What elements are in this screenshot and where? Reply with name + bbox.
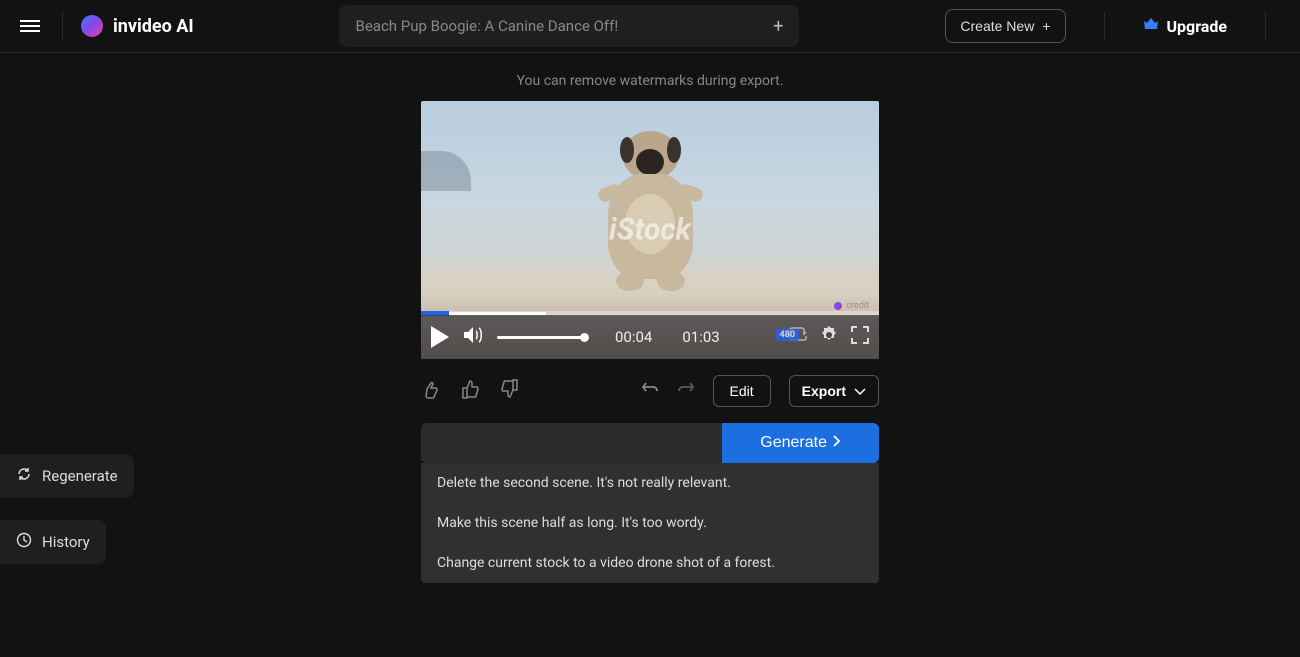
history-label: History xyxy=(42,533,90,551)
volume-slider[interactable] xyxy=(497,336,585,339)
redo-icon[interactable] xyxy=(677,380,695,402)
fullscreen-icon[interactable] xyxy=(851,326,869,348)
logo-text: invideo AI xyxy=(113,16,194,37)
upgrade-button[interactable]: Upgrade xyxy=(1143,17,1228,36)
edit-button[interactable]: Edit xyxy=(713,375,771,407)
side-actions: Regenerate History xyxy=(0,454,134,564)
regenerate-label: Regenerate xyxy=(42,467,118,485)
chevron-right-icon xyxy=(833,434,841,452)
export-label: Export xyxy=(802,383,846,399)
clap-icon[interactable] xyxy=(421,378,443,404)
header-actions: Create New + Upgrade xyxy=(945,9,1284,43)
logo[interactable]: invideo AI xyxy=(81,15,194,37)
suggestion-item[interactable]: Change current stock to a video drone sh… xyxy=(421,543,879,583)
total-time: 01:03 xyxy=(682,328,719,346)
project-title: Beach Pup Boogie: A Canine Dance Off! xyxy=(355,17,618,35)
volume-icon[interactable] xyxy=(461,325,485,349)
undo-icon[interactable] xyxy=(641,380,659,402)
current-time: 00:04 xyxy=(615,328,652,346)
main-content: You can remove watermarks during export. xyxy=(0,53,1300,583)
prompt-input[interactable] xyxy=(421,423,722,463)
watermark-notice: You can remove watermarks during export. xyxy=(517,73,784,89)
prompt-row: Generate xyxy=(421,423,879,463)
plus-icon[interactable]: + xyxy=(773,16,783,37)
play-button[interactable] xyxy=(431,326,449,348)
create-new-button[interactable]: Create New + xyxy=(945,9,1065,43)
export-button[interactable]: Export xyxy=(789,375,879,407)
suggestions-dropdown: Delete the second scene. It's not really… xyxy=(421,463,879,583)
thumbs-down-icon[interactable] xyxy=(499,379,519,403)
crown-icon xyxy=(1143,17,1159,35)
stock-credit: credit xyxy=(834,301,869,311)
menu-icon[interactable] xyxy=(16,13,44,39)
regenerate-button[interactable]: Regenerate xyxy=(0,454,134,498)
project-title-input[interactable]: Beach Pup Boogie: A Canine Dance Off! + xyxy=(339,5,799,47)
suggestion-item[interactable]: Make this scene half as long. It's too w… xyxy=(421,503,879,543)
history-button[interactable]: History xyxy=(0,520,106,564)
video-preview[interactable]: iStock credit 00:04 01:03 480 xyxy=(421,101,879,359)
divider xyxy=(62,12,63,40)
quality-badge: 480 xyxy=(776,329,799,341)
settings-icon[interactable]: 480 xyxy=(819,325,839,349)
stock-watermark: iStock xyxy=(609,213,691,248)
app-header: invideo AI Beach Pup Boogie: A Canine Da… xyxy=(0,0,1300,53)
divider xyxy=(1104,12,1105,40)
divider xyxy=(1265,12,1266,40)
generate-label: Generate xyxy=(760,434,827,452)
logo-icon xyxy=(81,15,103,37)
action-toolbar: Edit Export xyxy=(421,359,879,423)
generate-button[interactable]: Generate xyxy=(722,423,879,463)
plus-icon: + xyxy=(1042,18,1050,34)
refresh-icon xyxy=(16,466,32,486)
create-new-label: Create New xyxy=(960,18,1034,34)
upgrade-label: Upgrade xyxy=(1167,17,1228,36)
thumbs-up-icon[interactable] xyxy=(461,379,481,403)
video-controls: 00:04 01:03 480 xyxy=(421,315,879,359)
clock-icon xyxy=(16,532,32,552)
title-bar: Beach Pup Boogie: A Canine Dance Off! + xyxy=(194,5,946,47)
chevron-down-icon xyxy=(854,383,866,399)
suggestion-item[interactable]: Delete the second scene. It's not really… xyxy=(421,463,879,503)
